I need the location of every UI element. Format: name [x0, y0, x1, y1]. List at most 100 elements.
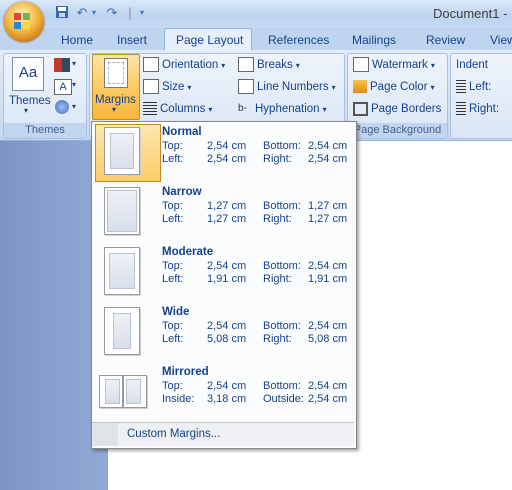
margin-value: 2,54 cm: [308, 380, 348, 392]
theme-effects-dropdown-icon[interactable]: ▾: [72, 102, 76, 111]
tab-review[interactable]: Review: [426, 31, 465, 50]
indent-right[interactable]: Right:: [456, 100, 499, 118]
line-numbers-dropdown-icon: ▾: [331, 83, 336, 92]
custom-margins-label: Custom Margins...: [127, 428, 221, 440]
columns-dropdown-icon: ▾: [208, 105, 213, 114]
columns-button[interactable]: Columns ▾: [143, 100, 212, 118]
themes-dropdown-icon[interactable]: ▾: [24, 106, 28, 115]
margin-key: Left:: [162, 273, 184, 285]
page-borders-icon: [353, 101, 368, 116]
line-numbers-label: Line Numbers: [257, 81, 329, 93]
margin-key: Inside:: [162, 393, 195, 405]
tab-home[interactable]: Home: [61, 31, 93, 50]
theme-fonts-dropdown-icon[interactable]: ▾: [72, 80, 76, 89]
watermark-icon: [353, 57, 369, 73]
tab-page-layout[interactable]: Page Layout: [176, 31, 243, 50]
window-title: Document1 -: [433, 6, 508, 21]
columns-label: Columns: [160, 103, 206, 115]
indent-right-icon: [456, 102, 466, 116]
theme-effects-icon[interactable]: [55, 100, 69, 114]
indent-left[interactable]: Left:: [456, 78, 491, 96]
menu-icon-gutter: [92, 423, 118, 446]
page-background-group-label: Page Background: [348, 123, 447, 138]
watermark-button[interactable]: Watermark ▾: [353, 56, 435, 74]
normal-margin-icon: [104, 127, 140, 175]
breaks-icon: [238, 57, 254, 73]
line-numbers-icon: [238, 79, 254, 95]
tab-view[interactable]: View: [490, 31, 512, 50]
orientation-icon: [143, 57, 159, 73]
margin-value: 1,91 cm: [308, 273, 348, 285]
margin-key: Bottom:: [263, 200, 301, 212]
theme-colors-icon[interactable]: [54, 58, 70, 72]
breaks-label: Breaks: [257, 59, 293, 71]
margin-value: 2,54 cm: [308, 153, 348, 165]
hyphenation-dropdown-icon: ▾: [322, 105, 327, 114]
breaks-dropdown-icon: ▾: [295, 61, 300, 70]
margin-key: Top:: [162, 140, 183, 152]
margin-value: 1,27 cm: [207, 213, 247, 225]
margin-value: 2,54 cm: [308, 320, 348, 332]
page-borders-button[interactable]: Page Borders: [353, 100, 441, 118]
margin-value: 2,54 cm: [308, 260, 348, 272]
save-icon[interactable]: [54, 5, 70, 21]
size-label: Size: [162, 81, 185, 93]
narrow-margin-icon: [104, 187, 140, 235]
margin-preset-name: Normal: [162, 126, 202, 138]
mirrored-margin-right-icon: [123, 375, 147, 408]
margin-key: Right:: [263, 333, 292, 345]
hyphenation-button[interactable]: b- Hyphenation ▾: [238, 100, 327, 118]
breaks-button[interactable]: Breaks ▾: [238, 56, 300, 74]
margin-key: Top:: [162, 320, 183, 332]
margin-preset-name: Narrow: [162, 186, 202, 198]
tab-mailings[interactable]: Mailings: [352, 31, 396, 50]
size-dropdown-icon: ▾: [187, 83, 192, 92]
margin-key: Right:: [263, 153, 292, 165]
margin-preset-name: Moderate: [162, 246, 214, 258]
page-borders-label: Page Borders: [371, 103, 442, 115]
page-color-dropdown-icon: ▾: [430, 83, 435, 92]
undo-dropdown-icon[interactable]: ▾: [86, 5, 102, 21]
margin-key: Top:: [162, 200, 183, 212]
theme-fonts-icon[interactable]: A: [54, 79, 72, 95]
page-color-label: Page Color: [370, 81, 428, 93]
page-color-button[interactable]: Page Color ▾: [353, 78, 435, 96]
watermark-label: Watermark: [372, 59, 428, 71]
margin-key: Bottom:: [263, 260, 301, 272]
theme-colors-dropdown-icon[interactable]: ▾: [72, 59, 76, 68]
margin-key: Bottom:: [263, 140, 301, 152]
orientation-label: Orientation: [162, 59, 219, 71]
orientation-dropdown-icon: ▾: [221, 61, 226, 70]
size-icon: [143, 79, 159, 95]
hyphenation-label: Hyphenation: [255, 103, 320, 115]
themes-button[interactable]: Themes: [9, 92, 51, 110]
redo-icon[interactable]: ↷: [104, 5, 120, 21]
orientation-button[interactable]: Orientation ▾: [143, 56, 225, 74]
wide-margin-icon: [104, 307, 140, 355]
tab-references[interactable]: References: [268, 31, 329, 50]
indent-left-label: Left:: [469, 81, 492, 93]
margin-value: 1,27 cm: [308, 213, 348, 225]
margin-value: 3,18 cm: [207, 393, 247, 405]
watermark-dropdown-icon: ▾: [430, 61, 435, 70]
indent-left-icon: [456, 80, 466, 94]
indent-label: Indent: [456, 59, 488, 71]
margin-value: 2,54 cm: [308, 393, 348, 405]
margin-value: 2,54 cm: [308, 140, 348, 152]
office-logo-icon: [14, 13, 30, 29]
margin-value: 1,27 cm: [207, 200, 247, 212]
margin-key: Left:: [162, 333, 184, 345]
margin-preset-name: Mirrored: [162, 366, 209, 378]
margin-preset-name: Wide: [162, 306, 190, 318]
tab-insert[interactable]: Insert: [117, 31, 147, 50]
margin-key: Left:: [162, 153, 184, 165]
margin-key: Left:: [162, 213, 184, 225]
margin-value: 2,54 cm: [207, 260, 247, 272]
themes-group-label: Themes: [4, 123, 86, 138]
margin-key: Bottom:: [263, 380, 301, 392]
margins-icon: [104, 58, 128, 88]
customize-qat-icon[interactable]: ▾: [134, 5, 150, 21]
line-numbers-button[interactable]: Line Numbers ▾: [238, 78, 336, 96]
size-button[interactable]: Size ▾: [143, 78, 191, 96]
margin-key: Right:: [263, 273, 292, 285]
